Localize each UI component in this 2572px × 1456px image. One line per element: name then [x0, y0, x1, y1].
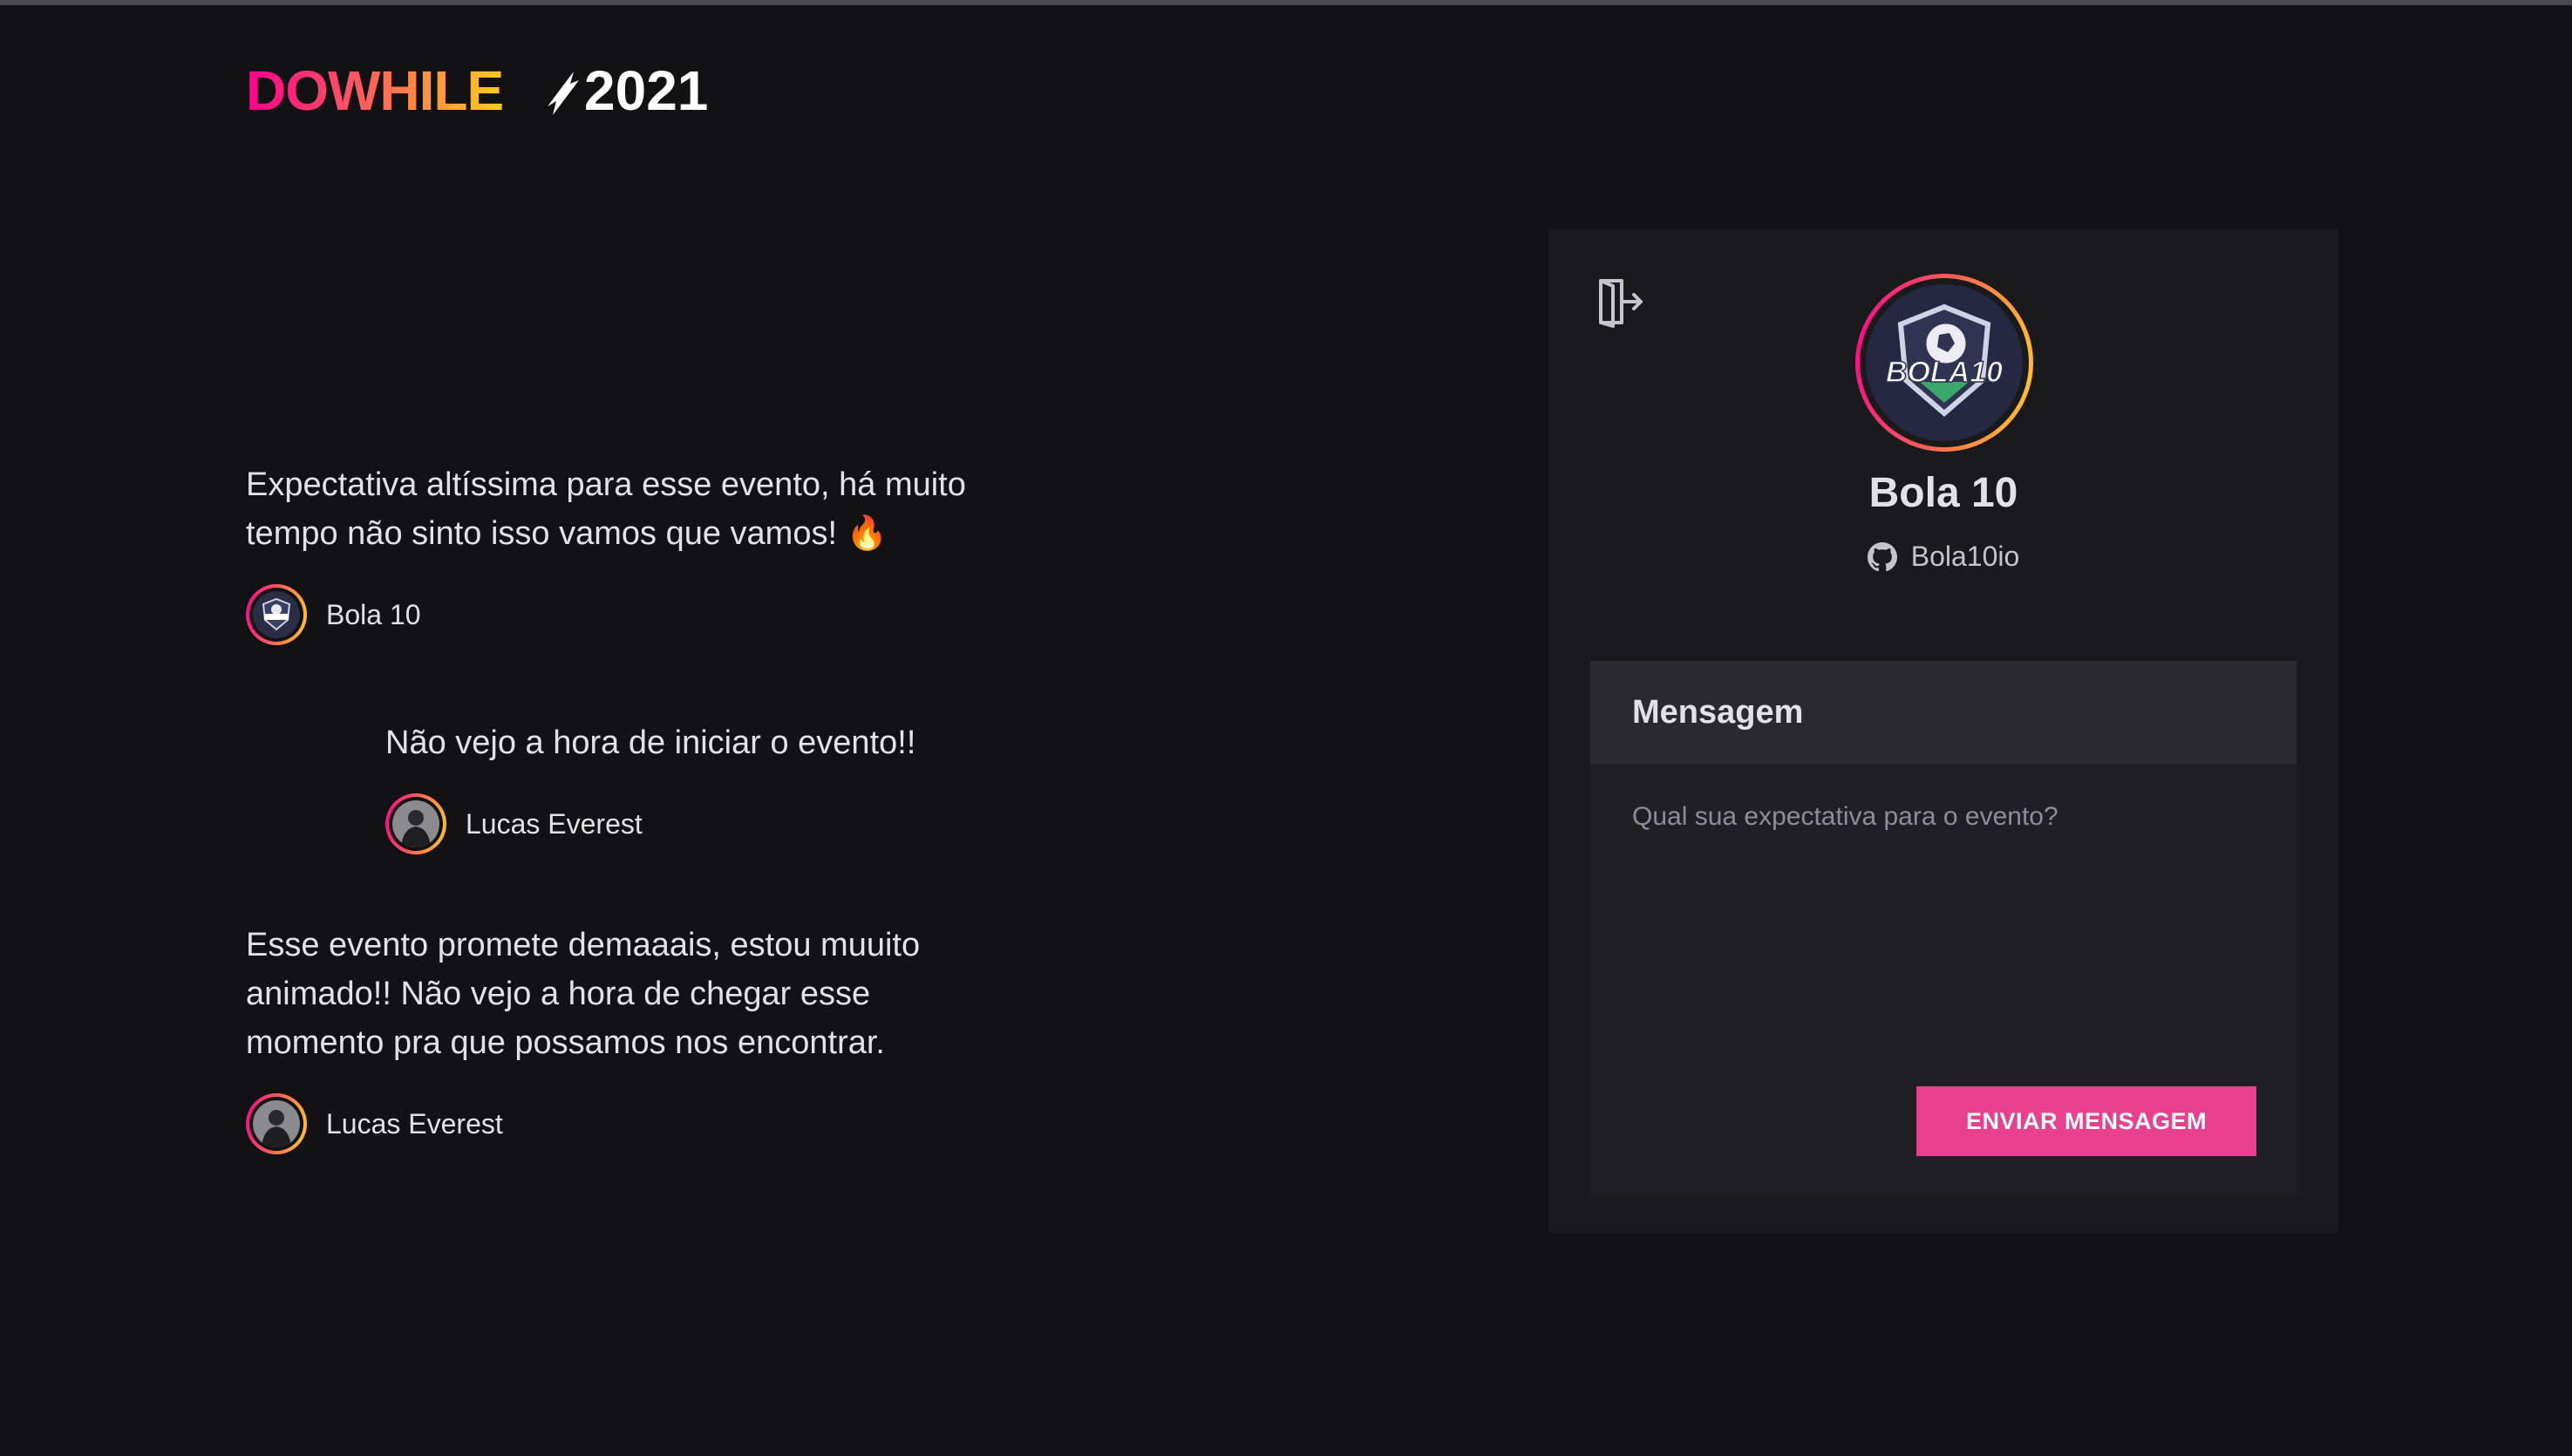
- message-1: Expectativa altíssima para esse evento, …: [246, 460, 1031, 645]
- message-text: Expectativa altíssima para esse evento, …: [246, 466, 966, 552]
- svg-text:DOWHILE: DOWHILE: [246, 61, 503, 117]
- sign-out-button[interactable]: [1596, 276, 1644, 328]
- send-message-button[interactable]: ENVIAR MENSAGEM: [1916, 1086, 2256, 1156]
- message-author: Lucas Everest: [246, 1093, 1031, 1154]
- dowhile-logo: DOWHILE 2021: [246, 61, 743, 117]
- message-textarea[interactable]: [1632, 802, 2253, 1064]
- github-icon: [1867, 541, 1897, 571]
- user-photo-icon: [253, 1100, 300, 1147]
- message-3: Esse evento promete demaaais, estou muui…: [246, 921, 1031, 1154]
- dowhile-logo-icon: DOWHILE 2021: [246, 61, 708, 117]
- user-photo-icon: [392, 800, 439, 847]
- message-author: Lucas Everest: [385, 793, 1083, 854]
- profile-avatar: BOLA10: [1855, 274, 2033, 452]
- svg-text:BOLA10: BOLA10: [1886, 356, 2003, 389]
- message-text: Não vejo a hora de iniciar o evento!!: [385, 725, 916, 761]
- author-name: Lucas Everest: [326, 1107, 503, 1140]
- author-name: Bola 10: [326, 598, 421, 630]
- send-message-panel: BOLA10 Bola 10 Bola10io Mensagem ENVIAR …: [1548, 228, 2338, 1233]
- github-login: Bola10io: [1910, 541, 2020, 572]
- form-header: Mensagem: [1590, 661, 2296, 764]
- message-text: Esse evento promete demaaais, estou muui…: [246, 927, 921, 1061]
- avatar: [246, 584, 307, 645]
- avatar: [385, 793, 446, 854]
- page: DOWHILE 2021 Expectativa altíssima para …: [0, 5, 2572, 1456]
- profile-github: Bola10io: [1548, 541, 2338, 573]
- avatar: [246, 1093, 307, 1154]
- svg-text:2021: 2021: [584, 61, 708, 117]
- form-header-label: Mensagem: [1632, 694, 1804, 731]
- bola10-logo-icon: [253, 591, 300, 638]
- message-2: Não vejo a hora de iniciar o evento!! Lu…: [385, 718, 1083, 854]
- message-author: Bola 10: [246, 584, 1031, 645]
- bola10-logo-icon: BOLA10: [1866, 284, 2023, 441]
- profile-name: Bola 10: [1868, 470, 2018, 516]
- message-form: Mensagem ENVIAR MENSAGEM: [1590, 661, 2296, 1194]
- sign-out-icon: [1599, 279, 1643, 328]
- author-name: Lucas Everest: [466, 807, 643, 840]
